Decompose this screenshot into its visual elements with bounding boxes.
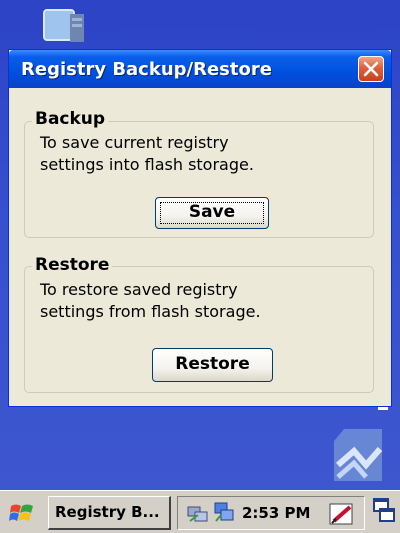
input-panel-icon[interactable] [328, 501, 356, 527]
dialog-title: Registry Backup/Restore [21, 59, 272, 80]
sync-icon[interactable] [330, 425, 386, 485]
registry-dialog: Registry Backup/Restore Backup To save c… [8, 49, 392, 407]
focus-rectangle [160, 202, 264, 224]
backup-group: Backup To save current registry settings… [24, 109, 374, 238]
backup-description-line: settings into flash storage. [40, 155, 254, 174]
restore-button-label: Restore [175, 354, 250, 374]
close-icon [363, 61, 379, 77]
backup-label: Backup [32, 109, 109, 129]
backup-description: To save current registry settings into f… [40, 132, 254, 176]
restore-description: To restore saved registry settings from … [40, 279, 261, 323]
taskbar: Registry B... 2:53 PM [0, 490, 400, 533]
device-icon [43, 9, 84, 42]
restore-description-line: settings from flash storage. [40, 302, 261, 321]
restore-label: Restore [32, 255, 113, 275]
taskbar-button-registry[interactable]: Registry B... [48, 496, 171, 530]
save-button[interactable]: Save [155, 197, 269, 229]
system-tray: 2:53 PM [177, 496, 365, 530]
windows-switch-icon[interactable] [372, 497, 396, 525]
clock[interactable]: 2:53 PM [242, 497, 310, 529]
restore-group: Restore To restore saved registry settin… [24, 255, 374, 393]
backup-description-line: To save current registry [40, 133, 229, 152]
close-button[interactable] [358, 56, 384, 82]
restore-button[interactable]: Restore [152, 348, 273, 382]
windows-flag-icon[interactable] [8, 500, 38, 528]
restore-description-line: To restore saved registry [40, 280, 238, 299]
network-icon[interactable] [186, 501, 210, 525]
connection-icon[interactable] [212, 500, 236, 524]
dialog-titlebar[interactable]: Registry Backup/Restore [9, 50, 391, 88]
